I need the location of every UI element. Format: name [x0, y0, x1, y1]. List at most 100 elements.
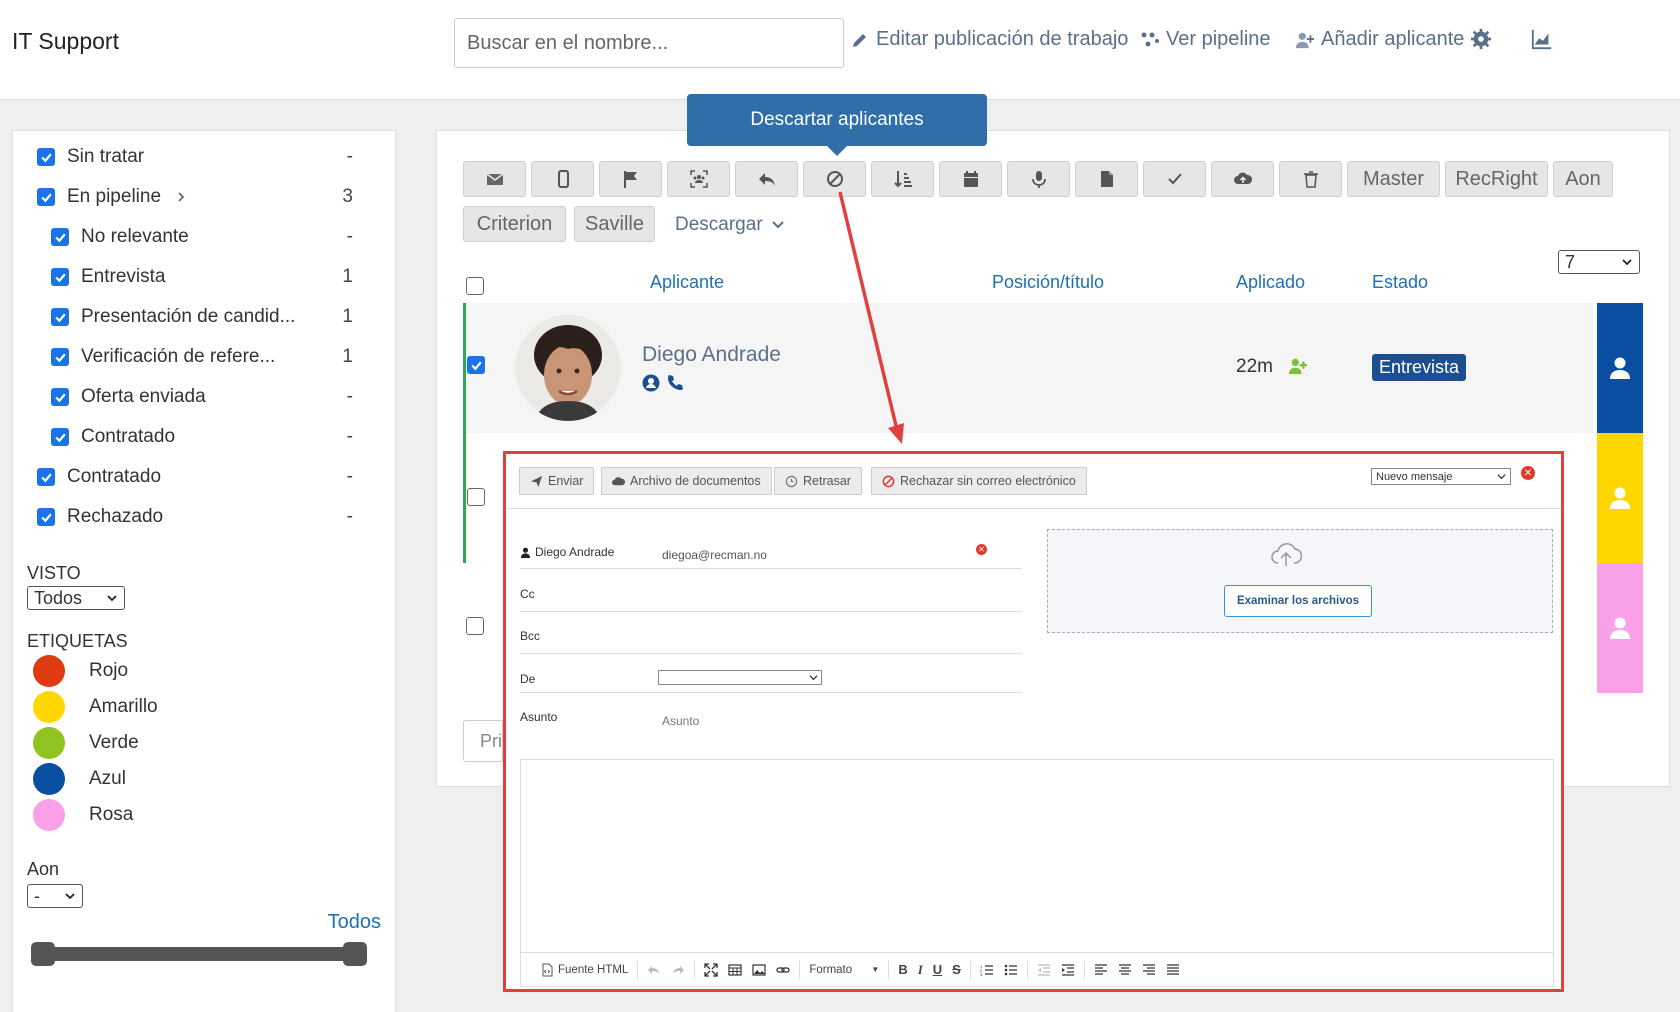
- indent-button[interactable]: [1056, 958, 1080, 982]
- align-center-button[interactable]: [1113, 958, 1137, 982]
- filter-sin-tratar[interactable]: Sin tratar -: [37, 142, 377, 172]
- checkbox[interactable]: [37, 148, 55, 166]
- fullscreen-button[interactable]: [699, 958, 723, 982]
- checkbox[interactable]: [51, 388, 69, 406]
- col-status[interactable]: Estado: [1372, 272, 1428, 293]
- send-button[interactable]: Enviar: [519, 467, 595, 495]
- checkbox[interactable]: [51, 228, 69, 246]
- reject-without-email-button[interactable]: Rechazar sin correo electrónico: [871, 467, 1087, 495]
- filter-no-relevante[interactable]: No relevante -: [51, 222, 377, 252]
- candidate-name[interactable]: Diego Andrade: [642, 343, 781, 367]
- saville-button[interactable]: Saville: [574, 206, 655, 242]
- doc-archive-button[interactable]: Archivo de documentos: [601, 467, 772, 495]
- filter-contratado-sub[interactable]: Contratado -: [51, 422, 377, 452]
- bold-button[interactable]: B: [893, 958, 912, 982]
- calendar-button[interactable]: [939, 161, 1002, 197]
- gear-icon[interactable]: [1470, 28, 1492, 50]
- checkbox[interactable]: [37, 508, 55, 526]
- col-applicant[interactable]: Aplicante: [650, 272, 724, 293]
- aon-button[interactable]: Aon: [1553, 161, 1613, 197]
- tag-green-dot[interactable]: [33, 727, 65, 759]
- format-dropdown[interactable]: Formato ▼: [804, 958, 884, 982]
- rows-per-page-select[interactable]: 7: [1558, 250, 1640, 274]
- from-select[interactable]: [658, 670, 822, 685]
- row-checkbox[interactable]: [467, 488, 485, 506]
- tag-yellow-dot[interactable]: [33, 691, 65, 723]
- row-checkbox[interactable]: [467, 356, 485, 374]
- checkbox[interactable]: [37, 468, 55, 486]
- audio-button[interactable]: [1007, 161, 1070, 197]
- edit-job-link[interactable]: Editar publicación de trabajo: [850, 28, 1128, 51]
- tag-green-label[interactable]: Verde: [89, 732, 139, 754]
- slider-handle-min[interactable]: [31, 942, 55, 966]
- email-button[interactable]: [463, 161, 526, 197]
- underline-button[interactable]: U: [928, 958, 947, 982]
- cc-input[interactable]: [662, 582, 1022, 606]
- browse-files-button[interactable]: Examinar los archivos: [1224, 585, 1372, 617]
- remove-recipient-icon[interactable]: ✕: [976, 544, 987, 555]
- status-badge[interactable]: Entrevista: [1372, 354, 1467, 381]
- slider-handle-max[interactable]: [343, 942, 367, 966]
- subject-input[interactable]: Asunto: [662, 714, 699, 728]
- tag-blue-dot[interactable]: [33, 763, 65, 795]
- criterion-button[interactable]: Criterion: [463, 206, 566, 242]
- download-dropdown[interactable]: Descargar: [675, 214, 785, 236]
- master-button[interactable]: Master: [1347, 161, 1440, 197]
- filter-entrevista[interactable]: Entrevista 1: [51, 262, 377, 292]
- col-applied[interactable]: Aplicado: [1236, 272, 1305, 293]
- bullet-list-button[interactable]: [999, 958, 1023, 982]
- align-left-button[interactable]: [1089, 958, 1113, 982]
- bcc-input[interactable]: [662, 624, 1022, 648]
- tag-pink-dot[interactable]: [33, 799, 65, 831]
- table-button[interactable]: [723, 958, 747, 982]
- flag-button[interactable]: [599, 161, 662, 197]
- checkbox[interactable]: [51, 428, 69, 446]
- recipient-email[interactable]: diegoa@recman.no: [662, 548, 767, 562]
- recright-button[interactable]: RecRight: [1445, 161, 1548, 197]
- filter-oferta[interactable]: Oferta enviada -: [51, 382, 377, 412]
- chevron-right-icon[interactable]: [175, 191, 187, 203]
- upload-cloud-button[interactable]: [1211, 161, 1274, 197]
- tag-red-dot[interactable]: [33, 655, 65, 687]
- html-source-button[interactable]: Fuente HTML: [535, 958, 633, 982]
- range-slider[interactable]: [31, 947, 367, 961]
- template-select[interactable]: Nuevo mensaje: [1371, 468, 1511, 485]
- checkbox[interactable]: [51, 268, 69, 286]
- tag-red-label[interactable]: Rojo: [89, 660, 128, 682]
- tag-blue-label[interactable]: Azul: [89, 768, 126, 790]
- image-button[interactable]: [747, 958, 771, 982]
- filter-en-pipeline[interactable]: En pipeline 3: [37, 182, 377, 212]
- phone-icon[interactable]: [666, 373, 684, 391]
- message-editor[interactable]: Fuente HTML Formato ▼ B I U S 123: [520, 759, 1554, 987]
- tag-strip-yellow[interactable]: [1597, 433, 1643, 563]
- seen-select[interactable]: Todos: [27, 586, 125, 610]
- tag-strip-blue[interactable]: [1597, 303, 1643, 433]
- redo-button[interactable]: [666, 958, 690, 982]
- filter-contratado[interactable]: Contratado -: [37, 462, 377, 492]
- pipeline-link[interactable]: Ver pipeline: [1140, 28, 1271, 51]
- outdent-button[interactable]: [1032, 958, 1056, 982]
- numbered-list-button[interactable]: 123: [975, 958, 999, 982]
- prev-page-button[interactable]: Pri: [463, 720, 503, 762]
- link-button[interactable]: [771, 958, 795, 982]
- approve-button[interactable]: [1143, 161, 1206, 197]
- sms-button[interactable]: [531, 161, 594, 197]
- add-applicant-link[interactable]: Añadir aplicante: [1295, 28, 1464, 51]
- justify-button[interactable]: [1161, 958, 1185, 982]
- filter-rechazado[interactable]: Rechazado -: [37, 502, 377, 532]
- all-link[interactable]: Todos: [328, 911, 381, 934]
- col-position[interactable]: Posición/título: [992, 272, 1104, 293]
- align-right-button[interactable]: [1137, 958, 1161, 982]
- checkbox[interactable]: [37, 188, 55, 206]
- aon-select[interactable]: -: [27, 884, 83, 908]
- document-button[interactable]: [1075, 161, 1138, 197]
- checkbox[interactable]: [51, 308, 69, 326]
- group-button[interactable]: [667, 161, 730, 197]
- delay-button[interactable]: Retrasar: [774, 467, 862, 495]
- filter-presentacion[interactable]: Presentación de candid... 1: [51, 302, 377, 332]
- row-checkbox[interactable]: [466, 617, 484, 635]
- chart-icon[interactable]: [1530, 28, 1554, 50]
- profile-icon[interactable]: [642, 374, 660, 392]
- tag-strip-pink[interactable]: [1597, 563, 1643, 693]
- reply-button[interactable]: [735, 161, 798, 197]
